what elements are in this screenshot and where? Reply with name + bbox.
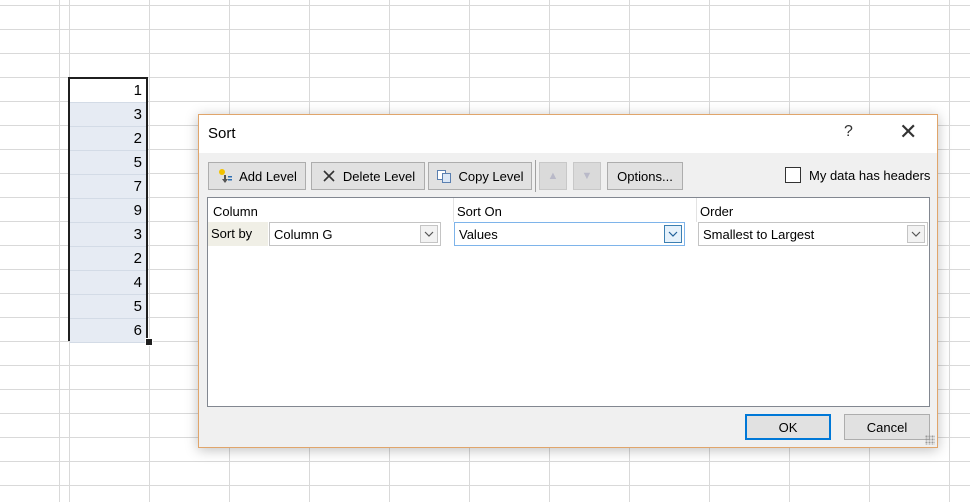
cell-value[interactable]: 3 (70, 103, 146, 127)
cancel-button[interactable]: Cancel (844, 414, 930, 440)
cell-value[interactable]: 4 (70, 271, 146, 295)
column-divider (696, 198, 697, 222)
sort-on-select[interactable]: Values (454, 222, 685, 246)
column-divider (453, 198, 454, 222)
dialog-title: Sort (208, 125, 236, 142)
chevron-down-icon[interactable] (907, 225, 925, 243)
selected-range[interactable]: 13257932456 (68, 77, 148, 343)
cell-value[interactable]: 5 (70, 295, 146, 319)
copy-level-label: Copy Level (458, 168, 524, 184)
headers-checkbox[interactable] (785, 167, 801, 183)
sort-on-select-value: Values (459, 227, 498, 242)
cell-value[interactable]: 7 (70, 175, 146, 199)
ok-button[interactable]: OK (745, 414, 831, 440)
close-button[interactable]: ✕ (899, 121, 917, 143)
add-level-button[interactable]: Add Level (208, 162, 306, 190)
move-up-button[interactable]: ▲ (539, 162, 567, 190)
add-level-label: Add Level (239, 168, 297, 184)
column-select-value: Column G (274, 227, 333, 242)
options-button[interactable]: Options... (607, 162, 683, 190)
arrow-down-icon: ▼ (581, 170, 593, 182)
copy-level-button[interactable]: Copy Level (428, 162, 532, 190)
sort-by-label: Sort by (211, 226, 253, 241)
delete-level-label: Delete Level (342, 168, 416, 184)
order-select[interactable]: Smallest to Largest (698, 222, 928, 246)
resize-grip-icon[interactable] (925, 435, 935, 445)
order-select-value: Smallest to Largest (703, 227, 815, 242)
cell-value[interactable]: 5 (70, 151, 146, 175)
fill-handle[interactable] (145, 338, 153, 346)
cell-value[interactable]: 9 (70, 199, 146, 223)
column-select[interactable]: Column G (269, 222, 441, 246)
move-down-button[interactable]: ▼ (573, 162, 601, 190)
delete-level-button[interactable]: Delete Level (311, 162, 425, 190)
chevron-down-icon[interactable] (420, 225, 438, 243)
chevron-down-icon[interactable] (664, 225, 682, 243)
order-header: Order (700, 204, 734, 219)
cell-value[interactable]: 3 (70, 223, 146, 247)
sort-levels-grid: Column Sort On Order Sort by Column G Va… (207, 197, 930, 407)
cell-value[interactable]: 2 (70, 247, 146, 271)
cell-value[interactable]: 2 (70, 127, 146, 151)
help-button[interactable]: ? (844, 123, 853, 141)
sort-dialog: Sort ? ✕ Add Level Delete Level Copy Lev… (198, 114, 938, 448)
arrow-up-icon: ▲ (547, 170, 559, 182)
headers-checkbox-label[interactable]: My data has headers (809, 168, 930, 183)
column-header: Column (213, 204, 258, 219)
options-label: Options... (617, 168, 673, 184)
sort-on-header: Sort On (457, 204, 502, 219)
toolbar-separator (535, 160, 536, 192)
copy-icon (436, 168, 452, 184)
add-level-icon (217, 168, 233, 184)
cell-value[interactable]: 6 (70, 319, 146, 343)
dialog-titlebar: Sort ? ✕ (199, 115, 937, 153)
cell-value[interactable]: 1 (70, 79, 146, 103)
delete-icon (321, 168, 337, 184)
